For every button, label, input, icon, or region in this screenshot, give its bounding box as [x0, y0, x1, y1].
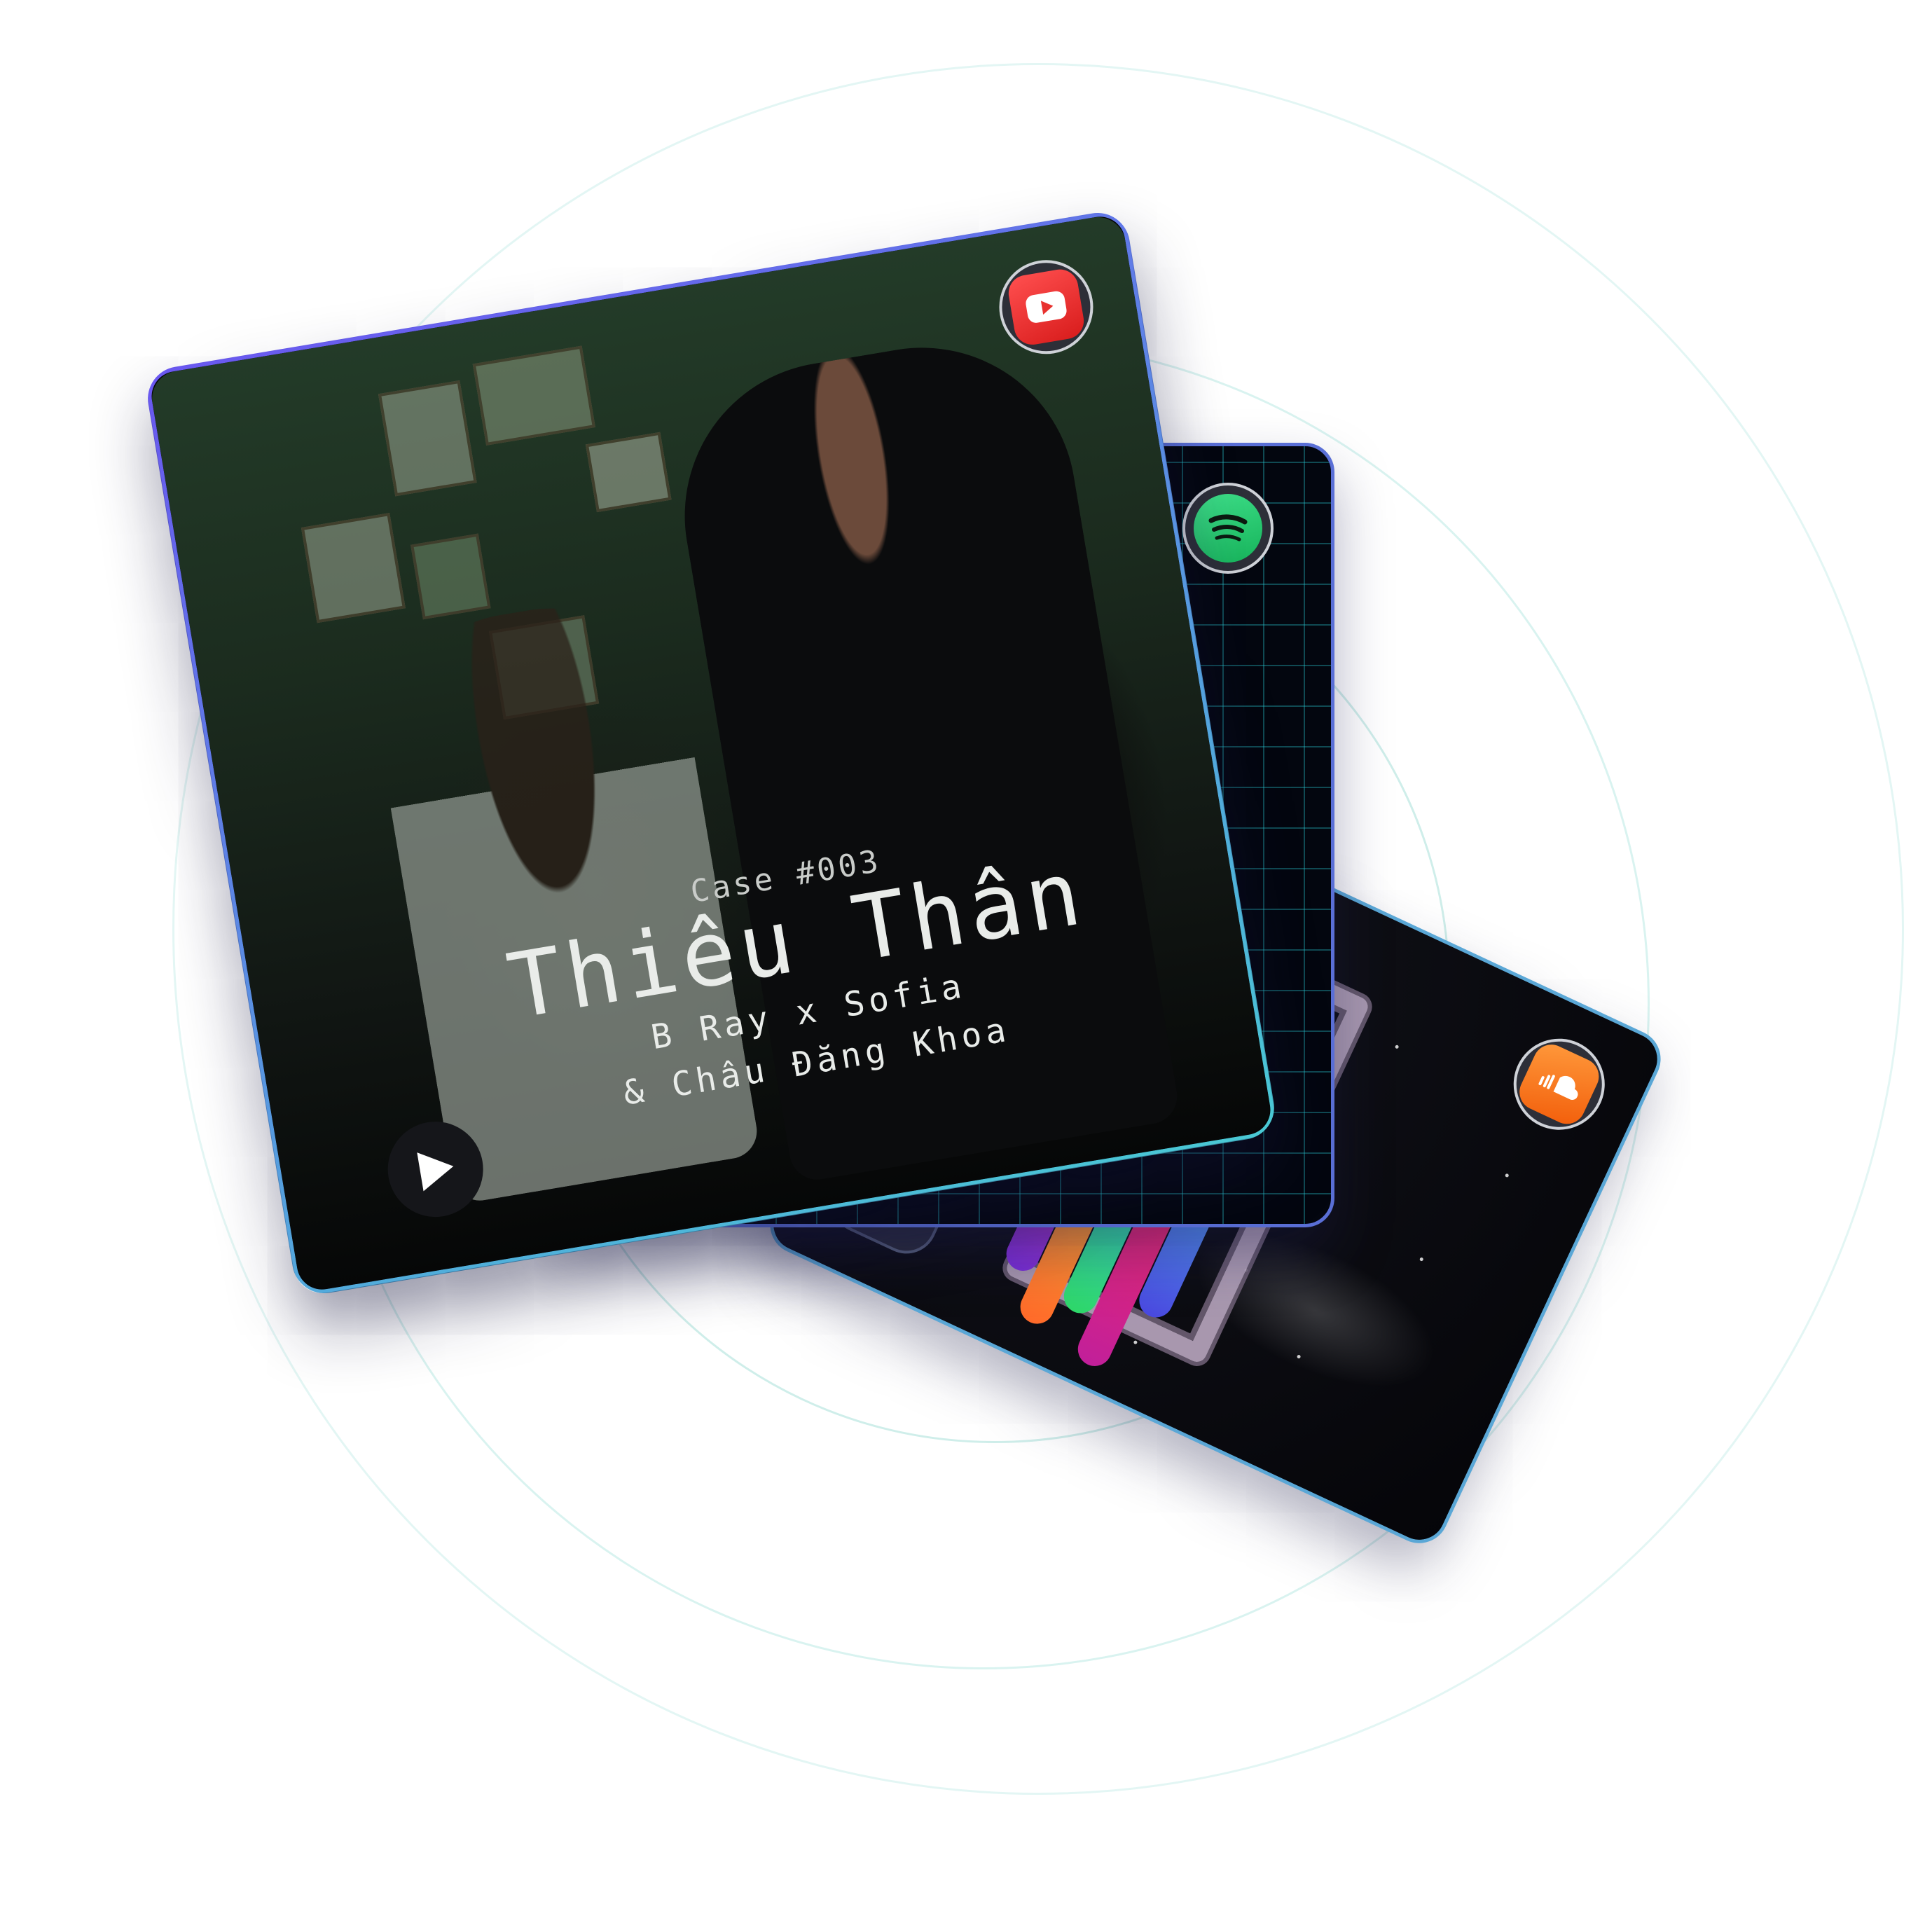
youtube-card[interactable]: Case #003 Thiêu Thân B Ray x Sofia & Châ… — [143, 208, 1279, 1298]
youtube-icon — [1026, 291, 1067, 323]
play-icon — [417, 1152, 454, 1192]
spotify-badge[interactable] — [1182, 483, 1274, 574]
soundcloud-icon — [1538, 1075, 1578, 1100]
youtube-cover-art: Case #003 Thiêu Thân B Ray x Sofia & Châ… — [148, 212, 1274, 1294]
media-cards-hero: Case #003 Thiêu Thân B Ray x Sofia & Châ… — [0, 0, 1932, 1909]
spotify-icon — [1208, 514, 1248, 542]
